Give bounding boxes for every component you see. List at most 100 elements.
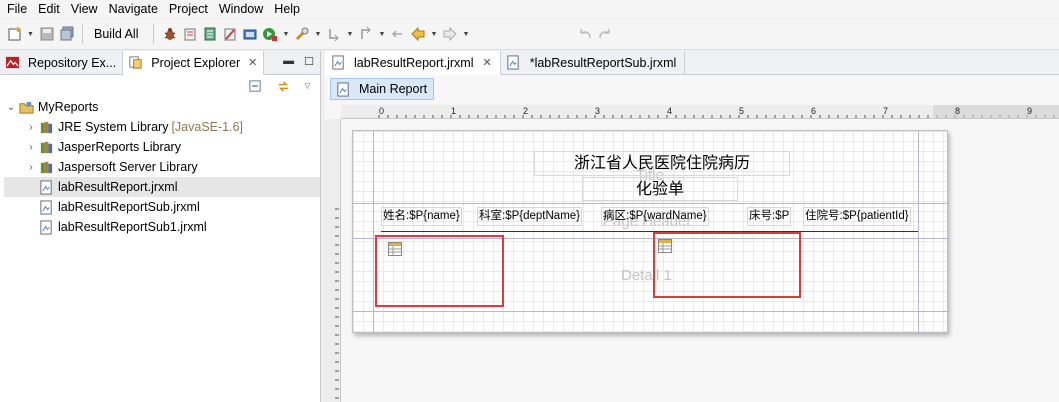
undo-icon[interactable] — [576, 26, 593, 43]
tree-item[interactable]: labResultReport.jrxml — [4, 177, 320, 197]
last-edit-icon[interactable] — [389, 26, 406, 43]
tree-item[interactable]: labResultReportSub.jrxml — [4, 197, 320, 217]
compile-icon[interactable] — [221, 26, 238, 43]
ruler-number: 9 — [1027, 106, 1033, 116]
library-icon — [38, 139, 54, 155]
tree-item-label: labResultReportSub1.jrxml — [58, 220, 207, 234]
report-title-line1[interactable]: 浙江省人民医院住院病历 — [534, 151, 790, 176]
prev-annotation-icon[interactable] — [357, 26, 374, 43]
tab-repository-explorer[interactable]: Repository Ex... — [0, 51, 124, 74]
field-label: 科室: — [479, 210, 506, 222]
tree-item[interactable]: labResultReportSub1.jrxml — [4, 217, 320, 237]
minimize-icon[interactable]: ▬ — [283, 55, 294, 68]
report-file-icon — [38, 179, 54, 195]
tab-label: *labResultReportSub.jrxml — [529, 55, 677, 70]
publish-icon[interactable] — [241, 26, 258, 43]
datasource-icon[interactable] — [201, 26, 218, 43]
report-page[interactable]: Title Page Header Detail 1 浙江省人民医院住院病历 化… — [352, 130, 949, 334]
report-wizard-icon[interactable] — [181, 26, 198, 43]
report-title-line2[interactable]: 化验单 — [582, 177, 738, 201]
menu-file[interactable]: File — [2, 0, 33, 18]
tree-item-label: labResultReport.jrxml — [58, 180, 178, 194]
view-menu-icon[interactable]: ▽ — [303, 78, 312, 95]
tree-item-label: JRE System Library — [58, 120, 169, 134]
project-tree: ⌄ MyReports › JRE System Library [JavaSE-1… — [0, 97, 320, 237]
field-name[interactable]: 姓名:$P{name} — [381, 207, 462, 226]
field-value: $P{patientId} — [842, 210, 909, 222]
editor-tabs: labResultReport.jrxml ✕ *labResultReport… — [325, 51, 1059, 75]
run-icon[interactable] — [261, 26, 278, 43]
project-explorer-toolbar: ▽ — [0, 75, 320, 97]
tab-label: labResultReport.jrxml — [354, 55, 474, 70]
tab-main-report[interactable]: Main Report — [330, 78, 435, 100]
maximize-icon[interactable]: ☐ — [304, 55, 314, 68]
ruler-number: 8 — [955, 106, 961, 116]
report-file-icon — [330, 55, 346, 71]
tree-item-myreports[interactable]: ⌄ MyReports — [4, 97, 320, 117]
tab-labresultreport[interactable]: labResultReport.jrxml ✕ — [325, 51, 501, 75]
link-with-editor-icon[interactable] — [275, 78, 291, 94]
tree-item[interactable]: › JasperReports Library — [4, 137, 320, 157]
field-value: $P{name} — [409, 210, 460, 222]
menu-help[interactable]: Help — [269, 0, 306, 18]
chevron-right-icon[interactable]: › — [24, 122, 38, 133]
field-value: $P{wardName} — [629, 210, 707, 222]
margin-line — [918, 131, 919, 334]
subreport-element-right[interactable] — [653, 232, 801, 298]
collapse-all-icon[interactable] — [247, 78, 263, 94]
next-annotation-dropdown-icon[interactable]: ▼ — [345, 26, 354, 43]
run-dropdown-icon[interactable]: ▼ — [281, 26, 290, 43]
report-canvas[interactable]: 0 1 2 3 4 5 6 7 8 9 Title Page Header De… — [325, 105, 1059, 402]
tool-icon[interactable] — [293, 26, 310, 43]
menu-view[interactable]: View — [66, 0, 104, 18]
field-dept[interactable]: 科室:$P{deptName} — [477, 207, 583, 226]
tab-project-explorer[interactable]: Project Explorer ✕ — [123, 51, 265, 75]
field-ward[interactable]: 病区:$P{wardName} — [601, 207, 709, 226]
menu-window[interactable]: Window — [214, 0, 269, 18]
chevron-right-icon[interactable]: › — [24, 142, 38, 153]
new-icon[interactable] — [6, 26, 23, 43]
field-label: 姓名: — [383, 210, 410, 222]
report-file-icon — [38, 199, 54, 215]
tree-item[interactable]: › Jaspersoft Server Library — [4, 157, 320, 177]
menu-project[interactable]: Project — [164, 0, 214, 18]
close-icon[interactable]: ✕ — [248, 56, 257, 69]
next-annotation-icon[interactable] — [325, 26, 342, 43]
report-subtabs: Main Report — [325, 75, 1059, 103]
forward-dropdown-icon[interactable]: ▼ — [461, 26, 470, 43]
tab-label: Main Report — [359, 82, 428, 96]
tool-dropdown-icon[interactable]: ▼ — [313, 26, 322, 43]
library-icon — [38, 159, 54, 175]
prev-annotation-dropdown-icon[interactable]: ▼ — [377, 26, 386, 43]
toolbar-separator — [82, 24, 83, 44]
close-icon[interactable]: ✕ — [482, 56, 491, 69]
band-separator — [353, 311, 949, 312]
field-value: $P{deptName} — [505, 210, 581, 222]
field-bed[interactable]: 床号:$P — [747, 207, 792, 226]
field-patient-id[interactable]: 住院号:$P{patientId} — [803, 207, 911, 226]
margin-line — [373, 131, 374, 334]
ruler-number: 5 — [739, 106, 745, 116]
library-icon — [38, 119, 54, 135]
back-icon[interactable] — [409, 26, 426, 43]
forward-icon[interactable] — [441, 26, 458, 43]
band-separator — [353, 203, 949, 204]
debug-icon[interactable] — [161, 26, 178, 43]
tree-item-label: JasperReports Library — [58, 140, 181, 154]
new-dropdown-icon[interactable]: ▼ — [26, 26, 35, 43]
save-icon[interactable] — [38, 26, 55, 43]
ruler-number: 2 — [523, 106, 529, 116]
tree-item-label: labResultReportSub.jrxml — [58, 200, 200, 214]
redo-icon[interactable] — [596, 26, 613, 43]
menu-navigate[interactable]: Navigate — [104, 0, 164, 18]
menu-edit[interactable]: Edit — [33, 0, 66, 18]
tab-labresultreportsub[interactable]: *labResultReportSub.jrxml — [501, 51, 686, 74]
ruler-number: 6 — [811, 106, 817, 116]
header-underline — [381, 231, 918, 232]
back-dropdown-icon[interactable]: ▼ — [429, 26, 438, 43]
build-all-button[interactable]: Build All — [90, 27, 146, 41]
save-all-icon[interactable] — [58, 26, 75, 43]
expanded-chevron-icon[interactable]: ⌄ — [4, 102, 18, 113]
chevron-right-icon[interactable]: › — [24, 162, 38, 173]
tree-item[interactable]: › JRE System Library [JavaSE-1.6] — [4, 117, 320, 137]
